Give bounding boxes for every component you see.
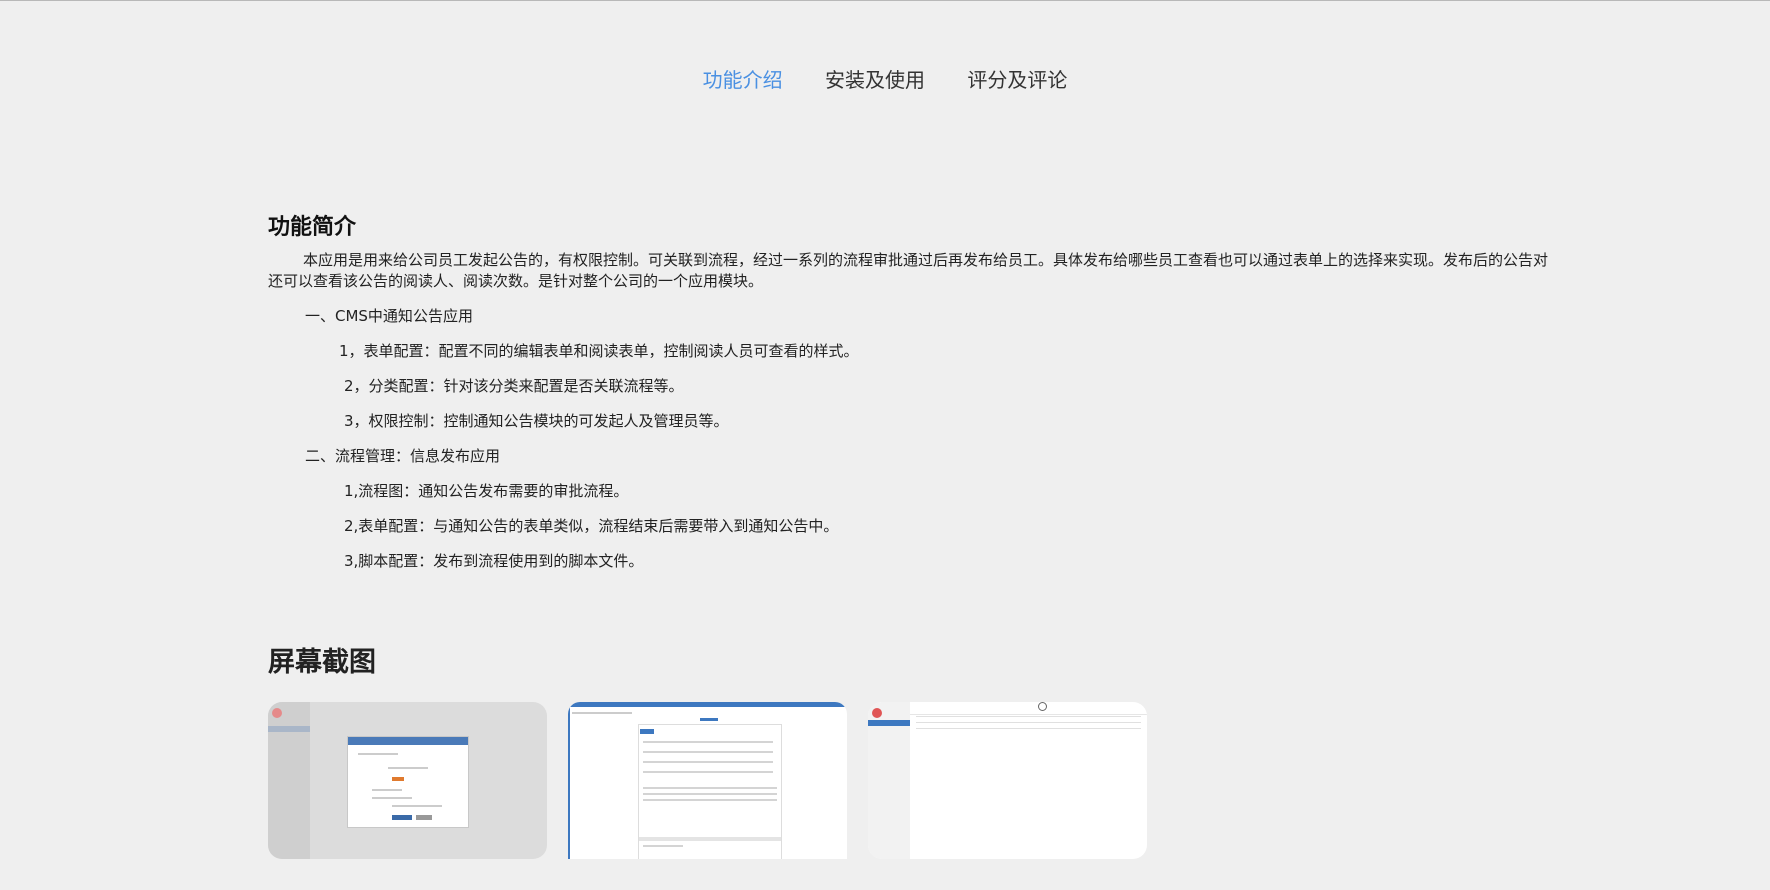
screenshot-thumbnail[interactable] [868,702,1147,859]
thumb-line [572,712,632,714]
thumb-line [643,761,773,763]
thumb-dialog-header [348,737,468,745]
thumb-sidebar-selected [868,720,910,726]
screenshots-title: 屏幕截图 [268,647,376,678]
thumb-leftbar [568,707,570,859]
thumb-topbar [568,702,847,707]
thumb-line [639,837,781,841]
list-item: 1，表单配置：配置不同的编辑表单和阅读表单，控制阅读人员可查看的样式。 [339,342,859,360]
thumb-tab [640,729,654,734]
thumb-sidebar [268,702,310,859]
list-item: 1,流程图：通知公告发布需要的审批流程。 [344,482,629,500]
thumb-logo [872,708,882,718]
thumb-line [643,751,773,753]
thumb-topbar [910,702,1147,715]
thumb-line [643,741,773,743]
thumb-button [416,815,432,820]
tab-nav: 功能介绍 安装及使用 评分及评论 [0,64,1770,93]
tab-ratings-reviews[interactable]: 评分及评论 [967,64,1067,93]
thumb-line [643,771,773,773]
thumb-form [638,724,782,859]
thumb-line [643,793,777,795]
thumb-line [643,787,777,789]
tab-install-usage[interactable]: 安装及使用 [825,64,925,93]
list-item: 3,脚本配置：发布到流程使用到的脚本文件。 [344,552,644,570]
feature-intro-section: 功能简介 本应用是用来给公司员工发起公告的，有权限控制。可关联到流程，经过一系列… [268,212,1558,572]
thumb-sidebar [868,702,910,859]
list-item: 2,表单配置：与通知公告的表单类似，流程结束后需要带入到通知公告中。 [344,517,839,535]
thumb-line [392,805,442,807]
top-divider [0,0,1770,1]
thumb-sidebar-selected [268,726,310,732]
intro-paragraph: 本应用是用来给公司员工发起公告的，有权限控制。可关联到流程，经过一系列的流程审批… [268,251,1549,290]
thumb-line [643,845,683,847]
list-item: 一、CMS中通知公告应用 [305,307,473,325]
thumb-line [916,722,1141,723]
list-item: 二、流程管理：信息发布应用 [305,447,501,465]
thumb-button [392,815,412,820]
list-item: 3，权限控制：控制通知公告模块的可发起人及管理员等。 [344,412,729,430]
thumb-dialog [347,736,469,828]
screenshot-thumbnail[interactable] [568,702,847,859]
section-title: 功能简介 [268,215,357,240]
thumb-logo [272,708,282,718]
thumb-line [916,728,1141,729]
list-item: 2，分类配置：针对该分类来配置是否关联流程等。 [344,377,684,395]
screenshot-thumbnail[interactable] [268,702,547,859]
thumb-avatar [1038,702,1047,711]
tab-feature-intro[interactable]: 功能介绍 [703,64,783,93]
thumb-tag [392,777,404,781]
thumb-line [643,799,777,801]
thumb-line [372,789,402,791]
thumb-line [372,797,412,799]
thumb-line [358,753,398,755]
thumb-line [916,716,1141,717]
thumb-line [388,767,428,769]
thumb-title [700,718,718,721]
